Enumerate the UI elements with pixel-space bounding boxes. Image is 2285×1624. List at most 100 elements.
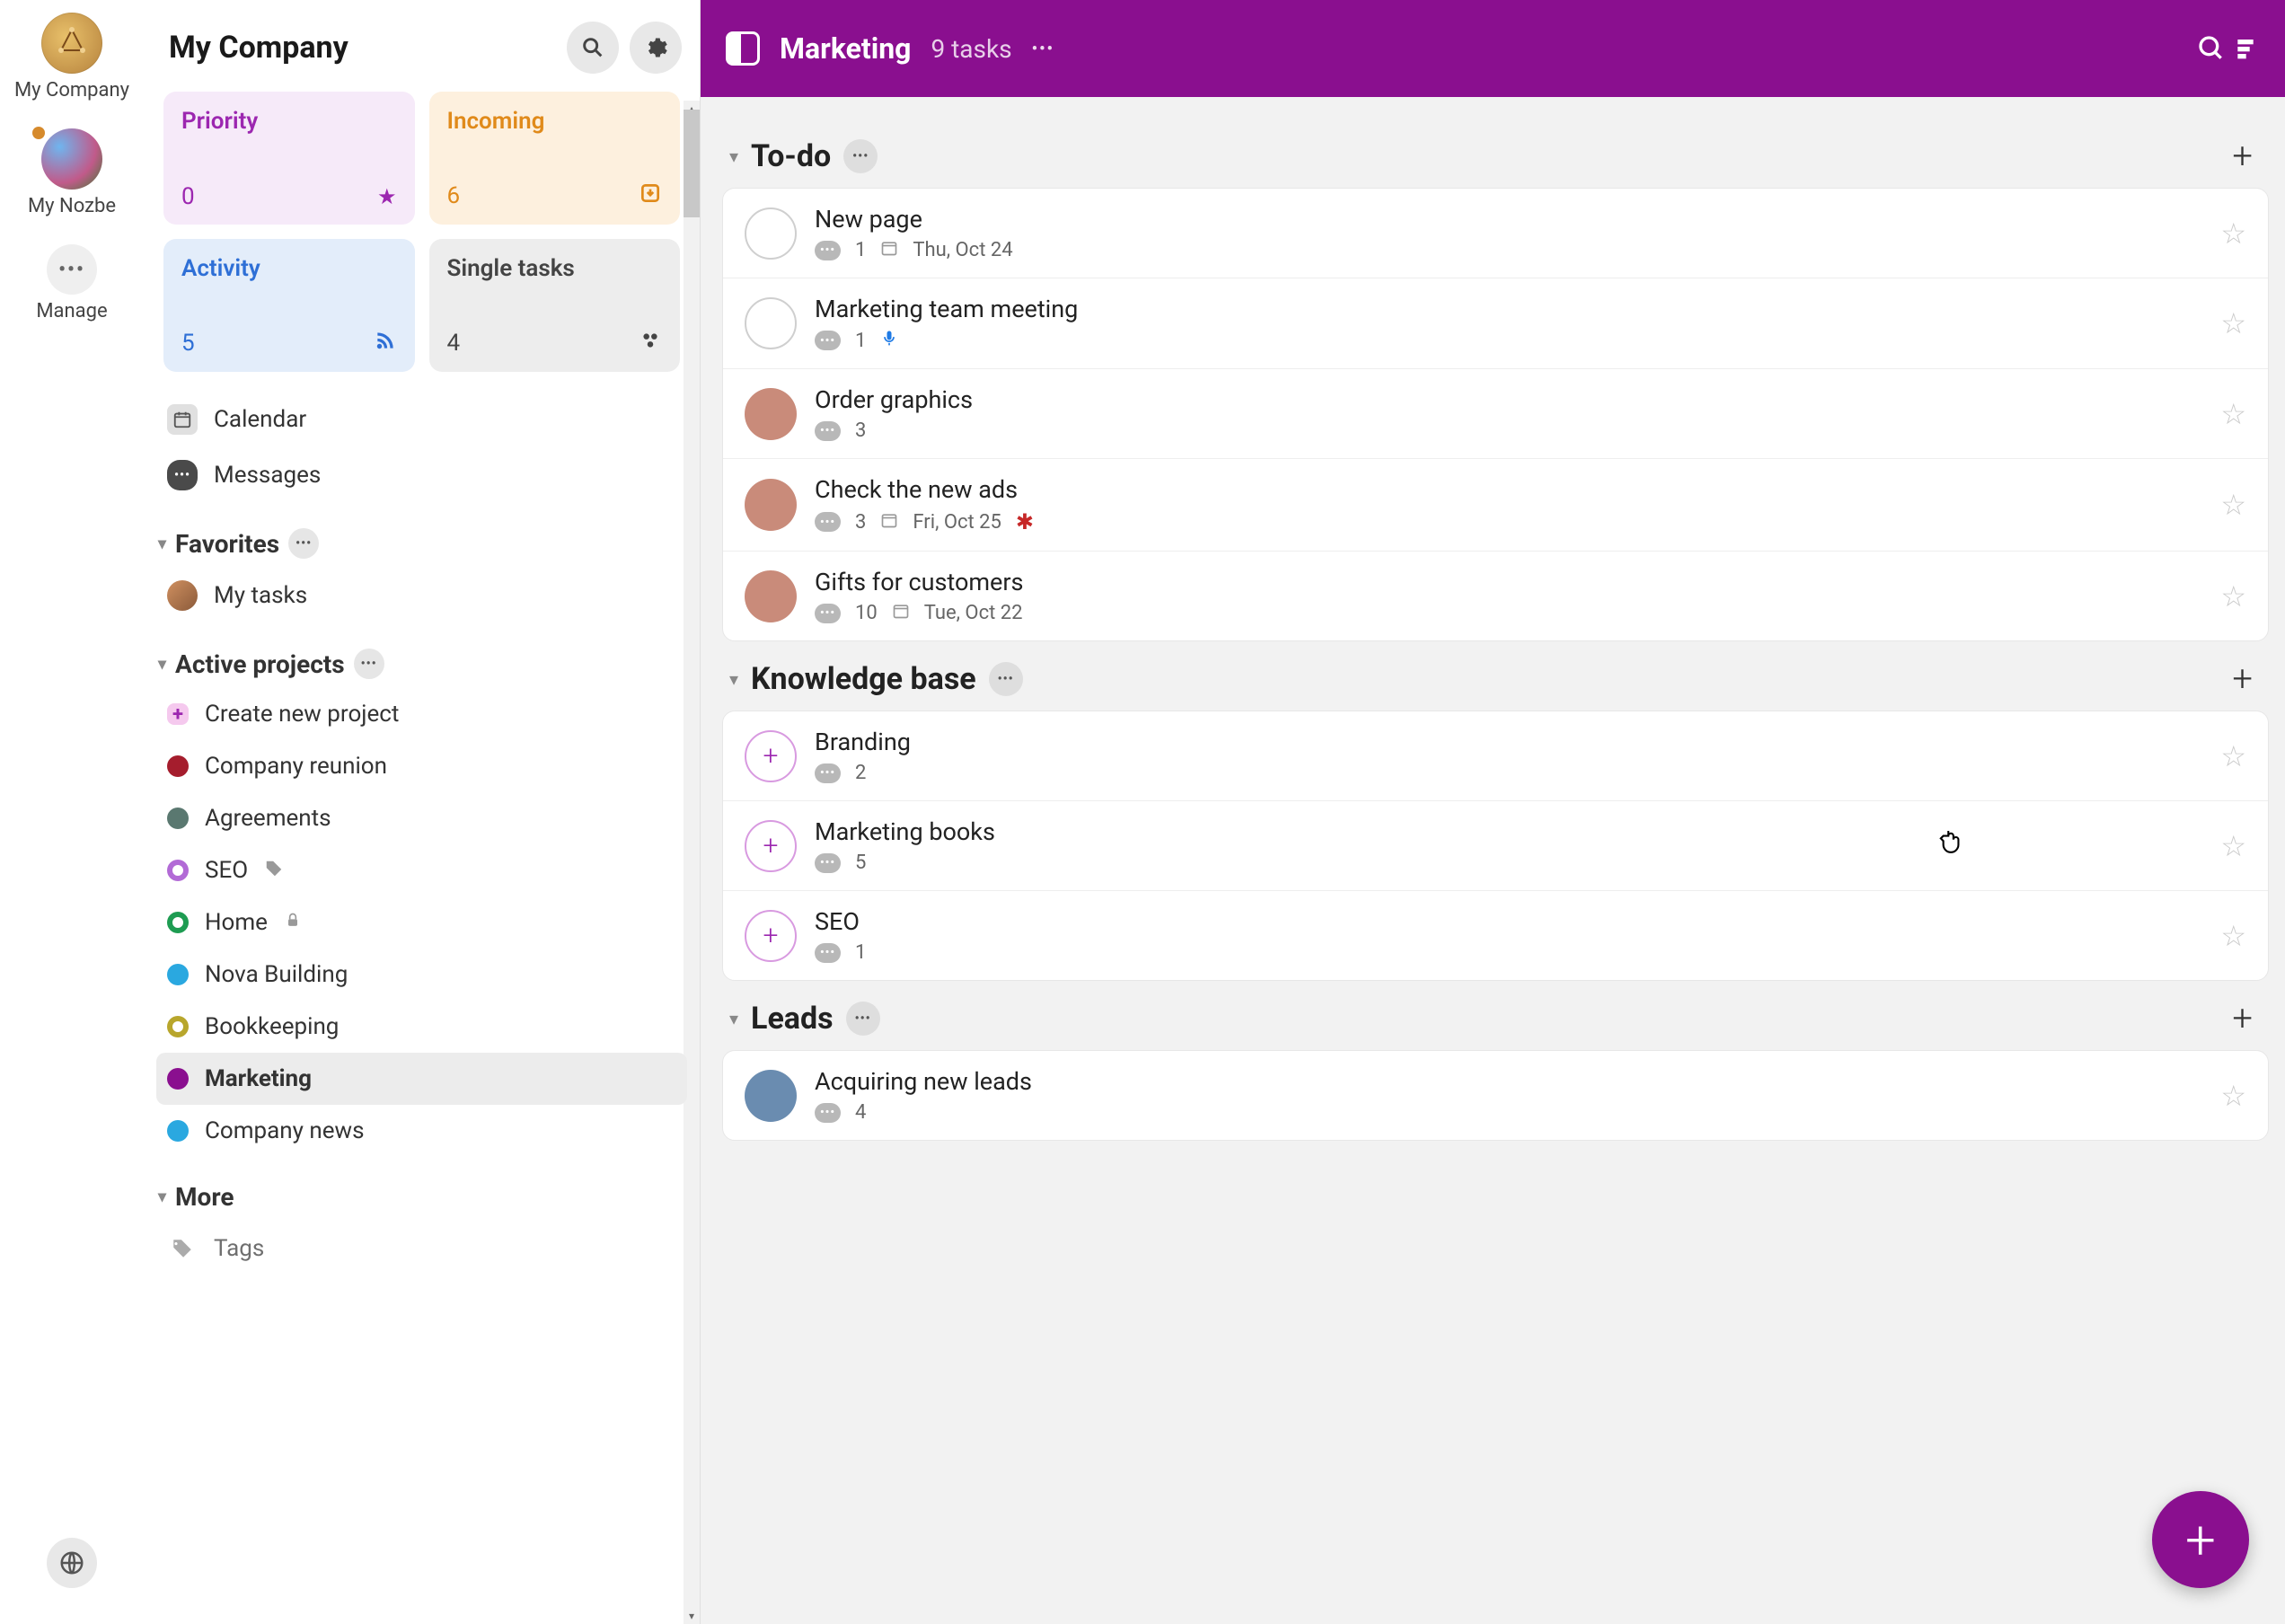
filter-button[interactable] <box>2197 34 2260 63</box>
favorite-my-tasks[interactable]: My tasks <box>156 568 687 623</box>
task-row[interactable]: Marketing team meeting•••1 ☆ <box>723 278 2268 369</box>
group-header[interactable]: ▾ Knowledge base ••• + <box>722 641 2269 710</box>
assignee-avatar[interactable] <box>745 388 797 440</box>
section-favorites-header[interactable]: ▾ Favorites ••• <box>156 503 687 568</box>
project-row[interactable]: Agreements <box>156 792 687 844</box>
add-task-button[interactable]: + <box>2223 997 2262 1039</box>
group-title: To-do <box>751 138 831 174</box>
task-list: New page•••1Thu, Oct 24☆Marketing team m… <box>722 188 2269 641</box>
section-active-projects-header[interactable]: ▾ Active projects ••• <box>156 623 687 688</box>
messages-icon: ••• <box>167 460 198 490</box>
star-button[interactable]: ☆ <box>2220 1079 2246 1113</box>
more-icon[interactable]: ••• <box>288 528 319 559</box>
task-title: Marketing books <box>815 817 2202 846</box>
task-body: Marketing team meeting•••1 <box>815 295 2202 352</box>
comments-count: 3 <box>855 419 866 442</box>
task-title: New page <box>815 205 2202 234</box>
comments-icon: ••• <box>815 943 841 963</box>
sidebar-toggle-icon[interactable] <box>726 31 760 66</box>
star-button[interactable]: ☆ <box>2220 216 2246 251</box>
more-icon[interactable]: ••• <box>846 1002 880 1036</box>
task-meta: •••1 <box>815 941 2202 964</box>
globe-icon[interactable] <box>47 1538 97 1588</box>
task-meta: •••3 <box>815 419 2202 442</box>
create-new-project[interactable]: + Create new project <box>156 688 687 740</box>
calendar-icon <box>880 239 898 261</box>
task-checkbox[interactable] <box>745 207 797 260</box>
task-row[interactable]: + Branding•••2 ☆ <box>723 711 2268 801</box>
add-task-fab[interactable]: + <box>2152 1491 2249 1588</box>
add-subtask-icon[interactable]: + <box>745 730 797 782</box>
rss-icon <box>374 329 397 357</box>
card-priority[interactable]: Priority 0 ★ <box>163 92 415 225</box>
sidebar: My Company ▴ ▾ Priority 0 ★ <box>144 0 701 1624</box>
star-button[interactable]: ☆ <box>2220 306 2246 340</box>
add-subtask-icon[interactable]: + <box>745 820 797 872</box>
section-more-header[interactable]: ▾ More <box>156 1157 687 1221</box>
nav-calendar[interactable]: Calendar <box>156 392 687 447</box>
assignee-avatar[interactable] <box>745 479 797 531</box>
workspace-strip: My Company My Nozbe ••• Manage <box>0 0 144 1624</box>
project-row[interactable]: SEO <box>156 844 687 896</box>
comments-count: 3 <box>855 511 866 534</box>
project-label: Nova Building <box>205 961 348 988</box>
project-row[interactable]: Company reunion <box>156 740 687 792</box>
add-task-button[interactable]: + <box>2223 135 2262 177</box>
card-activity[interactable]: Activity 5 <box>163 239 415 372</box>
task-body: SEO•••1 <box>815 907 2202 964</box>
star-button[interactable]: ☆ <box>2220 739 2246 773</box>
group-header[interactable]: ▾ To-do ••• + <box>722 119 2269 188</box>
comments-icon: ••• <box>815 512 841 532</box>
comments-count: 2 <box>855 762 866 784</box>
project-row[interactable]: Home <box>156 896 687 949</box>
star-button[interactable]: ☆ <box>2220 579 2246 613</box>
task-row[interactable]: Check the new ads•••3Fri, Oct 25✱☆ <box>723 459 2268 552</box>
assignee-avatar[interactable] <box>745 570 797 622</box>
task-list: Acquiring new leads•••4☆ <box>722 1050 2269 1141</box>
star-button[interactable]: ☆ <box>2220 919 2246 953</box>
task-row[interactable]: Gifts for customers•••10Tue, Oct 22☆ <box>723 552 2268 640</box>
card-title: Activity <box>181 255 397 282</box>
task-body: Order graphics•••3 <box>815 385 2202 442</box>
search-button[interactable] <box>567 22 619 74</box>
more-icon[interactable]: ••• <box>843 139 878 173</box>
workspace-item-manage[interactable]: ••• Manage <box>36 244 107 322</box>
project-row[interactable]: Nova Building <box>156 949 687 1001</box>
filter-lines-icon <box>2231 34 2260 63</box>
star-button[interactable]: ☆ <box>2220 397 2246 431</box>
task-row[interactable]: Order graphics•••3 ☆ <box>723 369 2268 459</box>
task-row[interactable]: New page•••1Thu, Oct 24☆ <box>723 189 2268 278</box>
assignee-avatar[interactable] <box>745 1070 797 1122</box>
task-checkbox[interactable] <box>745 297 797 349</box>
workspace-item-nozbe[interactable]: My Nozbe <box>28 128 116 217</box>
star-button[interactable]: ☆ <box>2220 829 2246 863</box>
add-subtask-icon[interactable]: + <box>745 910 797 962</box>
card-single-tasks[interactable]: Single tasks 4 <box>429 239 681 372</box>
star-button[interactable]: ☆ <box>2220 488 2246 522</box>
project-row[interactable]: Bookkeeping <box>156 1001 687 1053</box>
more-icon[interactable]: ••• <box>354 649 384 679</box>
chevron-down-icon: ▾ <box>158 655 166 674</box>
workspace-avatar <box>41 128 102 190</box>
comments-icon: ••• <box>815 241 841 260</box>
add-task-button[interactable]: + <box>2223 658 2262 700</box>
task-body: Branding•••2 <box>815 728 2202 784</box>
task-row[interactable]: +Marketing books•••5☆ <box>723 801 2268 891</box>
nav-messages[interactable]: ••• Messages <box>156 447 687 503</box>
task-row[interactable]: Acquiring new leads•••4☆ <box>723 1051 2268 1140</box>
workspace-item-company[interactable]: My Company <box>14 13 129 102</box>
settings-button[interactable] <box>630 22 682 74</box>
project-row[interactable]: Company news <box>156 1105 687 1157</box>
chevron-down-icon: ▾ <box>729 146 738 167</box>
search-icon <box>580 35 605 60</box>
more-icon[interactable]: ••• <box>1032 40 1054 58</box>
card-count: 5 <box>181 330 195 357</box>
more-icon[interactable]: ••• <box>989 662 1023 696</box>
task-row[interactable]: + SEO•••1 ☆ <box>723 891 2268 980</box>
project-row[interactable]: Marketing <box>156 1053 687 1105</box>
card-incoming[interactable]: Incoming 6 <box>429 92 681 225</box>
nav-tags[interactable]: Tags <box>156 1221 687 1276</box>
task-title: Gifts for customers <box>815 568 2202 596</box>
task-date: Fri, Oct 25 <box>913 511 1001 534</box>
group-header[interactable]: ▾ Leads ••• + <box>722 981 2269 1050</box>
